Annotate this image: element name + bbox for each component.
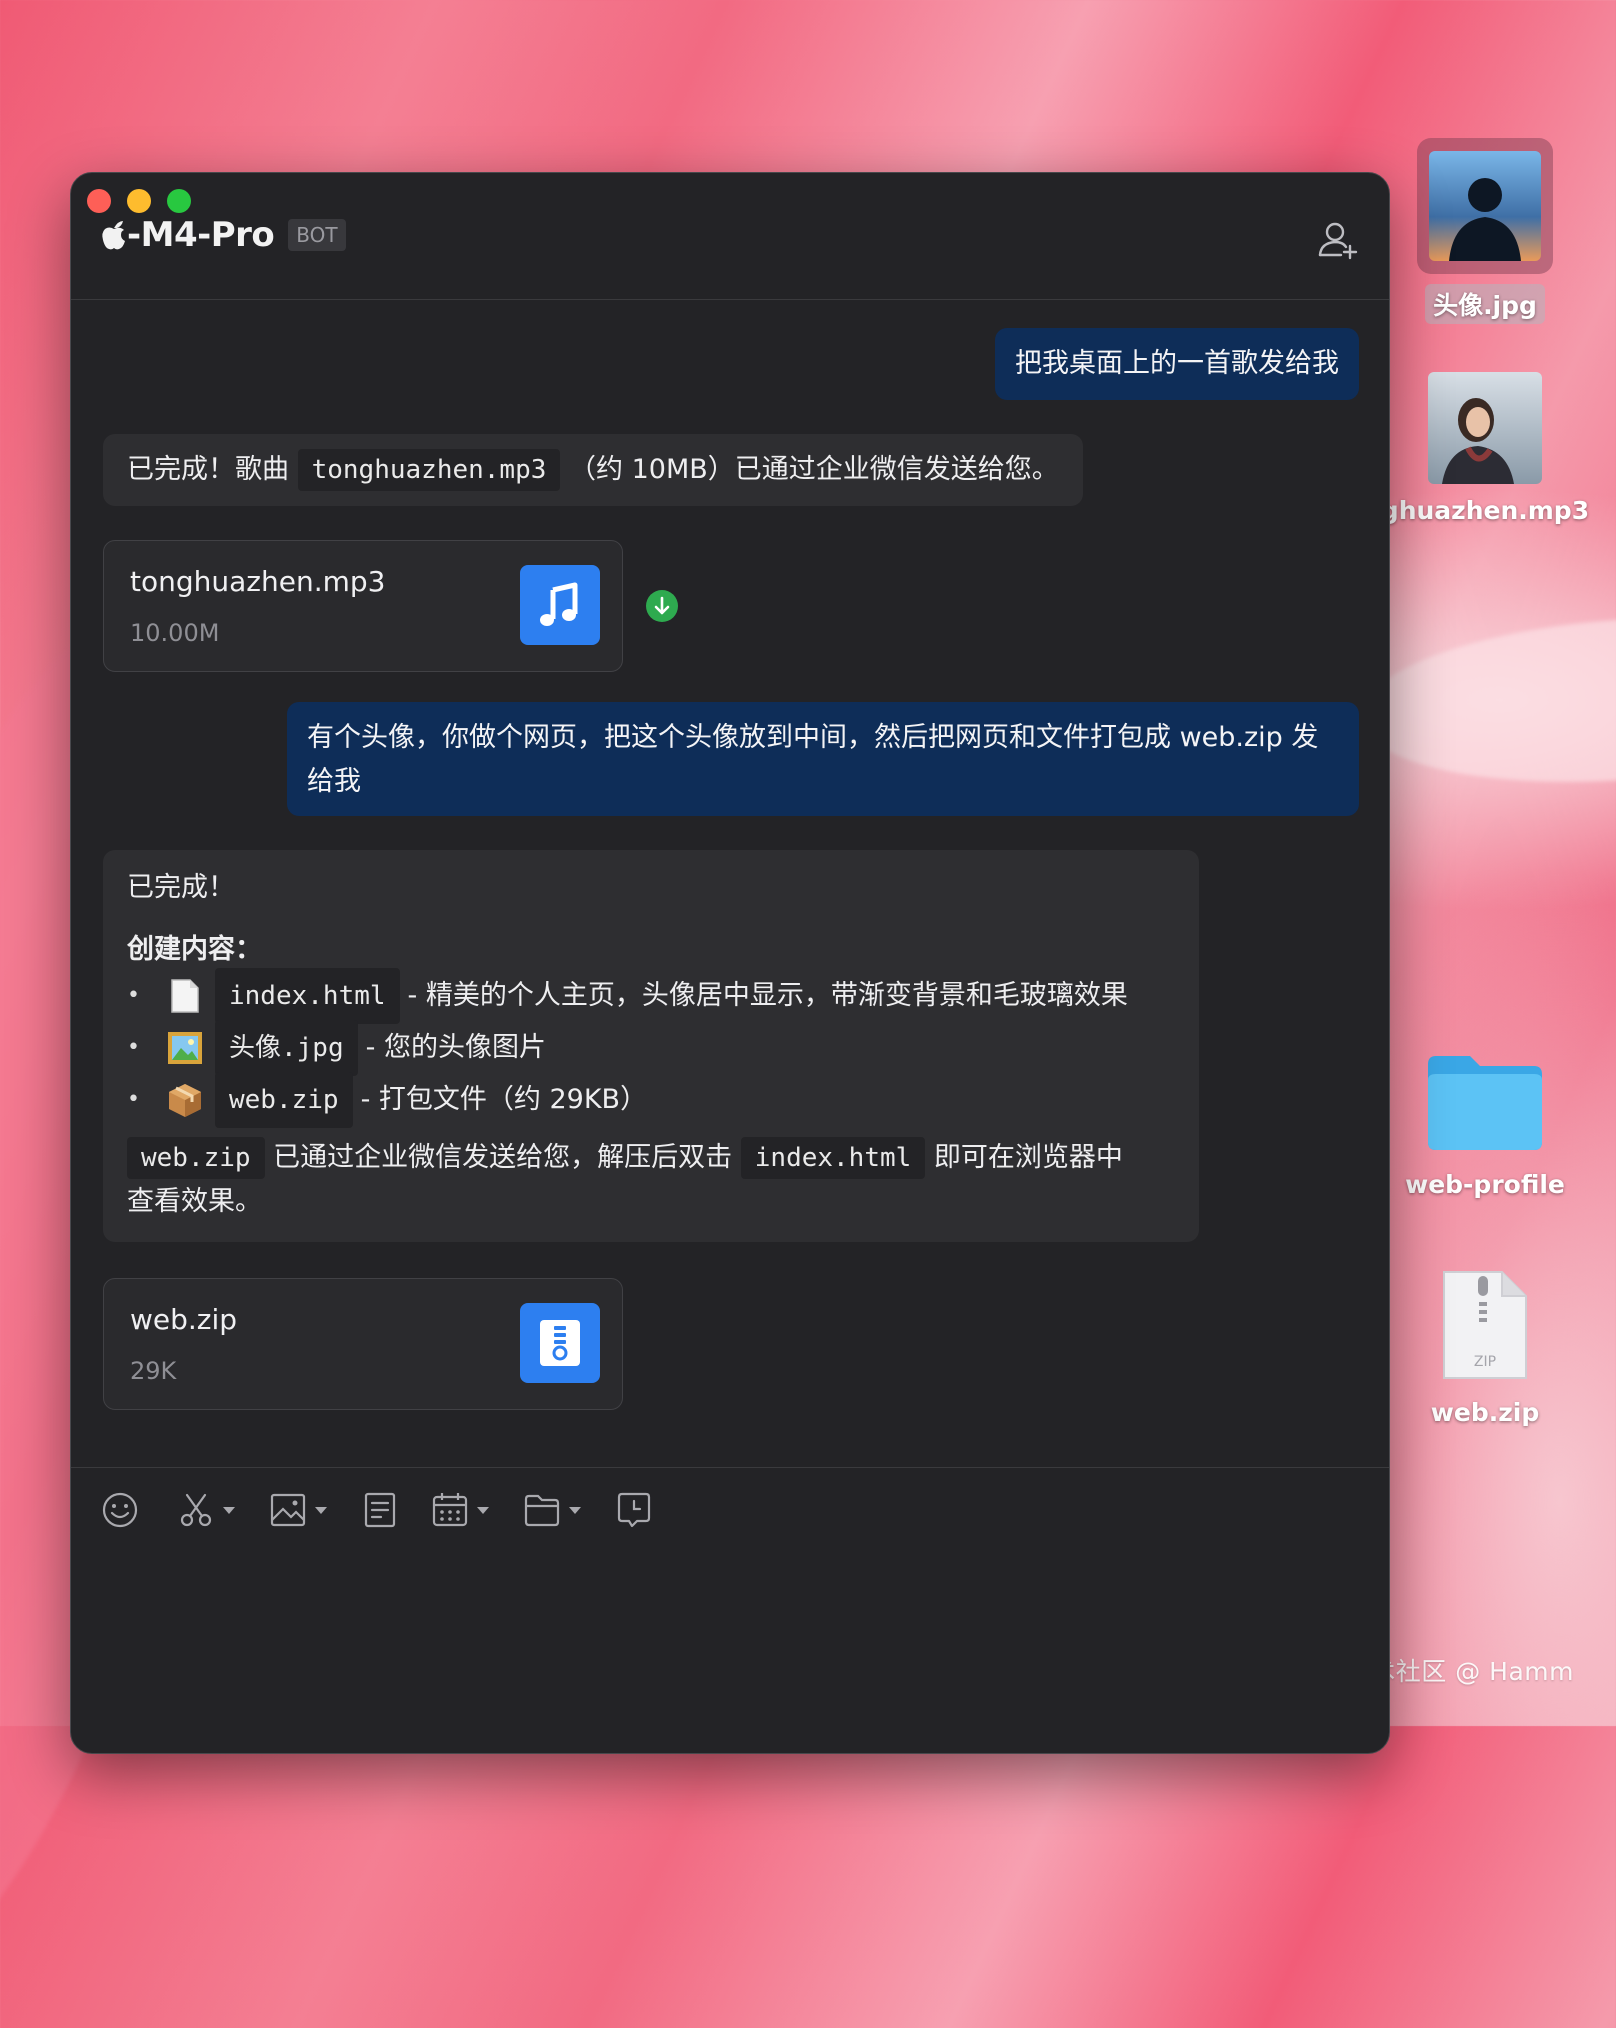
desktop-label: nghuazhen.mp3 — [1363, 496, 1590, 525]
bullet: • — [127, 1035, 140, 1060]
download-complete-icon[interactable] — [645, 589, 679, 623]
user-message: 把我桌面上的一首歌发给我 — [995, 328, 1359, 400]
page-icon — [165, 978, 205, 1014]
message-list: 把我桌面上的一首歌发给我 已完成！歌曲 tonghuazhen.mp3 （约 1… — [71, 300, 1389, 1460]
zip-badge: ZIP — [1474, 1354, 1496, 1370]
message-text: 给我 — [307, 766, 361, 797]
inline-code: 头像.jpg — [215, 1020, 358, 1076]
history-button[interactable] — [615, 1490, 653, 1530]
scissors-icon — [180, 1493, 212, 1527]
inline-code: index.html — [740, 1137, 926, 1179]
picture-icon — [165, 1030, 205, 1066]
schedule-button[interactable] — [431, 1490, 489, 1530]
bot-message: 已完成！ 创建内容： • index.html - 精美的个人主页，头像居中显示… — [103, 850, 1199, 1242]
chevron-down-icon[interactable] — [569, 1506, 581, 1514]
archive-file-icon — [520, 1303, 600, 1383]
image-button[interactable] — [269, 1490, 327, 1530]
package-icon — [165, 1082, 205, 1118]
message-text: 即可在浏览器中 — [933, 1142, 1123, 1173]
message-text: （约 10MB）已通过企业微信发送给您。 — [569, 454, 1059, 485]
chat-history-icon — [617, 1492, 651, 1528]
avatar-thumbnail — [1417, 138, 1553, 274]
minimize-button[interactable] — [127, 189, 151, 213]
inline-code: web.zip — [215, 1072, 353, 1128]
user-message: 有个头像，你做个网页，把这个头像放到中间，然后把网页和文件打包成 web.zip… — [287, 702, 1359, 816]
bot-badge: BOT — [288, 219, 346, 251]
file-size: 10.00M — [130, 619, 220, 647]
music-file-icon — [520, 565, 600, 645]
chevron-down-icon[interactable] — [477, 1506, 489, 1514]
file-name: web.zip — [130, 1303, 238, 1336]
zip-file-icon: ZIP — [1443, 1271, 1527, 1379]
created-files-list: • index.html - 精美的个人主页，头像居中显示，带渐变背景和毛玻璃效… — [127, 968, 1175, 1128]
content-heading: 创建内容： — [127, 934, 262, 965]
item-description: - 您的头像图片 — [365, 1032, 546, 1063]
document-icon — [364, 1492, 396, 1528]
desktop-label: web-profile — [1405, 1170, 1565, 1199]
message-text: 已完成！歌曲 — [127, 454, 289, 485]
inline-code: web.zip — [127, 1137, 265, 1179]
item-description: - 打包文件（约 29KB） — [360, 1084, 648, 1115]
image-icon — [270, 1493, 306, 1527]
folder-icon — [524, 1494, 560, 1527]
desktop-icon-avatar-jpg[interactable]: 头像.jpg — [1395, 138, 1575, 324]
chevron-down-icon[interactable] — [315, 1506, 327, 1514]
inline-code: tonghuazhen.mp3 — [297, 449, 561, 491]
list-item: • web.zip - 打包文件（约 29KB） — [127, 1072, 1175, 1128]
chat-title: -M4-Pro BOT — [101, 215, 346, 255]
desktop-icon-web-zip[interactable]: ZIP web.zip — [1395, 1268, 1575, 1429]
bullet: • — [127, 1087, 140, 1112]
message-text: 已通过企业微信发送给您，解压后双击 — [273, 1142, 733, 1173]
message-text: 已完成！ — [127, 872, 235, 903]
composer-toolbar — [71, 1467, 1389, 1568]
chat-window: -M4-Pro BOT 把我桌面上的一首歌发给我 已完成！歌曲 tonghuaz… — [70, 172, 1390, 1754]
mp3-thumbnail — [1428, 372, 1542, 484]
desktop-label: 头像.jpg — [1425, 284, 1545, 324]
add-member-icon[interactable] — [1317, 219, 1359, 261]
item-description: - 精美的个人主页，头像居中显示，带渐变背景和毛玻璃效果 — [407, 980, 1128, 1011]
file-card-zip[interactable]: web.zip 29K — [103, 1278, 623, 1410]
message-footer: web.zip 已通过企业微信发送给您，解压后双击 index.html 即可在… — [127, 1136, 1175, 1180]
screenshot-button[interactable] — [177, 1490, 235, 1530]
file-name: tonghuazhen.mp3 — [130, 565, 386, 598]
message-text: 查看效果。 — [127, 1186, 262, 1217]
calendar-icon — [432, 1493, 468, 1527]
bot-message: 已完成！歌曲 tonghuazhen.mp3 （约 10MB）已通过企业微信发送… — [103, 434, 1083, 506]
bullet: • — [127, 983, 140, 1008]
wallpaper-stripe — [1355, 602, 1616, 798]
close-button[interactable] — [87, 189, 111, 213]
chevron-down-icon[interactable] — [223, 1506, 235, 1514]
zoom-button[interactable] — [167, 189, 191, 213]
document-button[interactable] — [361, 1490, 399, 1530]
emoji-button[interactable] — [101, 1490, 139, 1530]
window-controls — [87, 189, 191, 213]
desktop-icon-mp3[interactable]: nghuazhen.mp3 — [1363, 372, 1589, 527]
list-item: • index.html - 精美的个人主页，头像居中显示，带渐变背景和毛玻璃效… — [127, 968, 1175, 1024]
title-bar: -M4-Pro BOT — [71, 173, 1389, 300]
desktop-label: web.zip — [1430, 1398, 1540, 1427]
inline-code: index.html — [215, 968, 400, 1024]
folder-icon — [1428, 1056, 1542, 1150]
apple-logo-icon — [102, 221, 125, 250]
chat-title-text: -M4-Pro — [127, 215, 275, 255]
message-input-area[interactable] — [71, 1568, 1389, 1753]
message-text: 把我桌面上的一首歌发给我 — [1015, 348, 1339, 379]
desktop-icon-web-profile-folder[interactable]: web-profile — [1395, 1050, 1575, 1201]
message-text: 有个头像，你做个网页，把这个头像放到中间，然后把网页和文件打包成 web.zip… — [307, 722, 1319, 753]
list-item: • 头像.jpg - 您的头像图片 — [127, 1020, 1175, 1076]
folder-button[interactable] — [523, 1490, 581, 1530]
file-size: 29K — [130, 1357, 177, 1385]
file-card-mp3[interactable]: tonghuazhen.mp3 10.00M — [103, 540, 623, 672]
smiley-icon — [102, 1492, 138, 1528]
